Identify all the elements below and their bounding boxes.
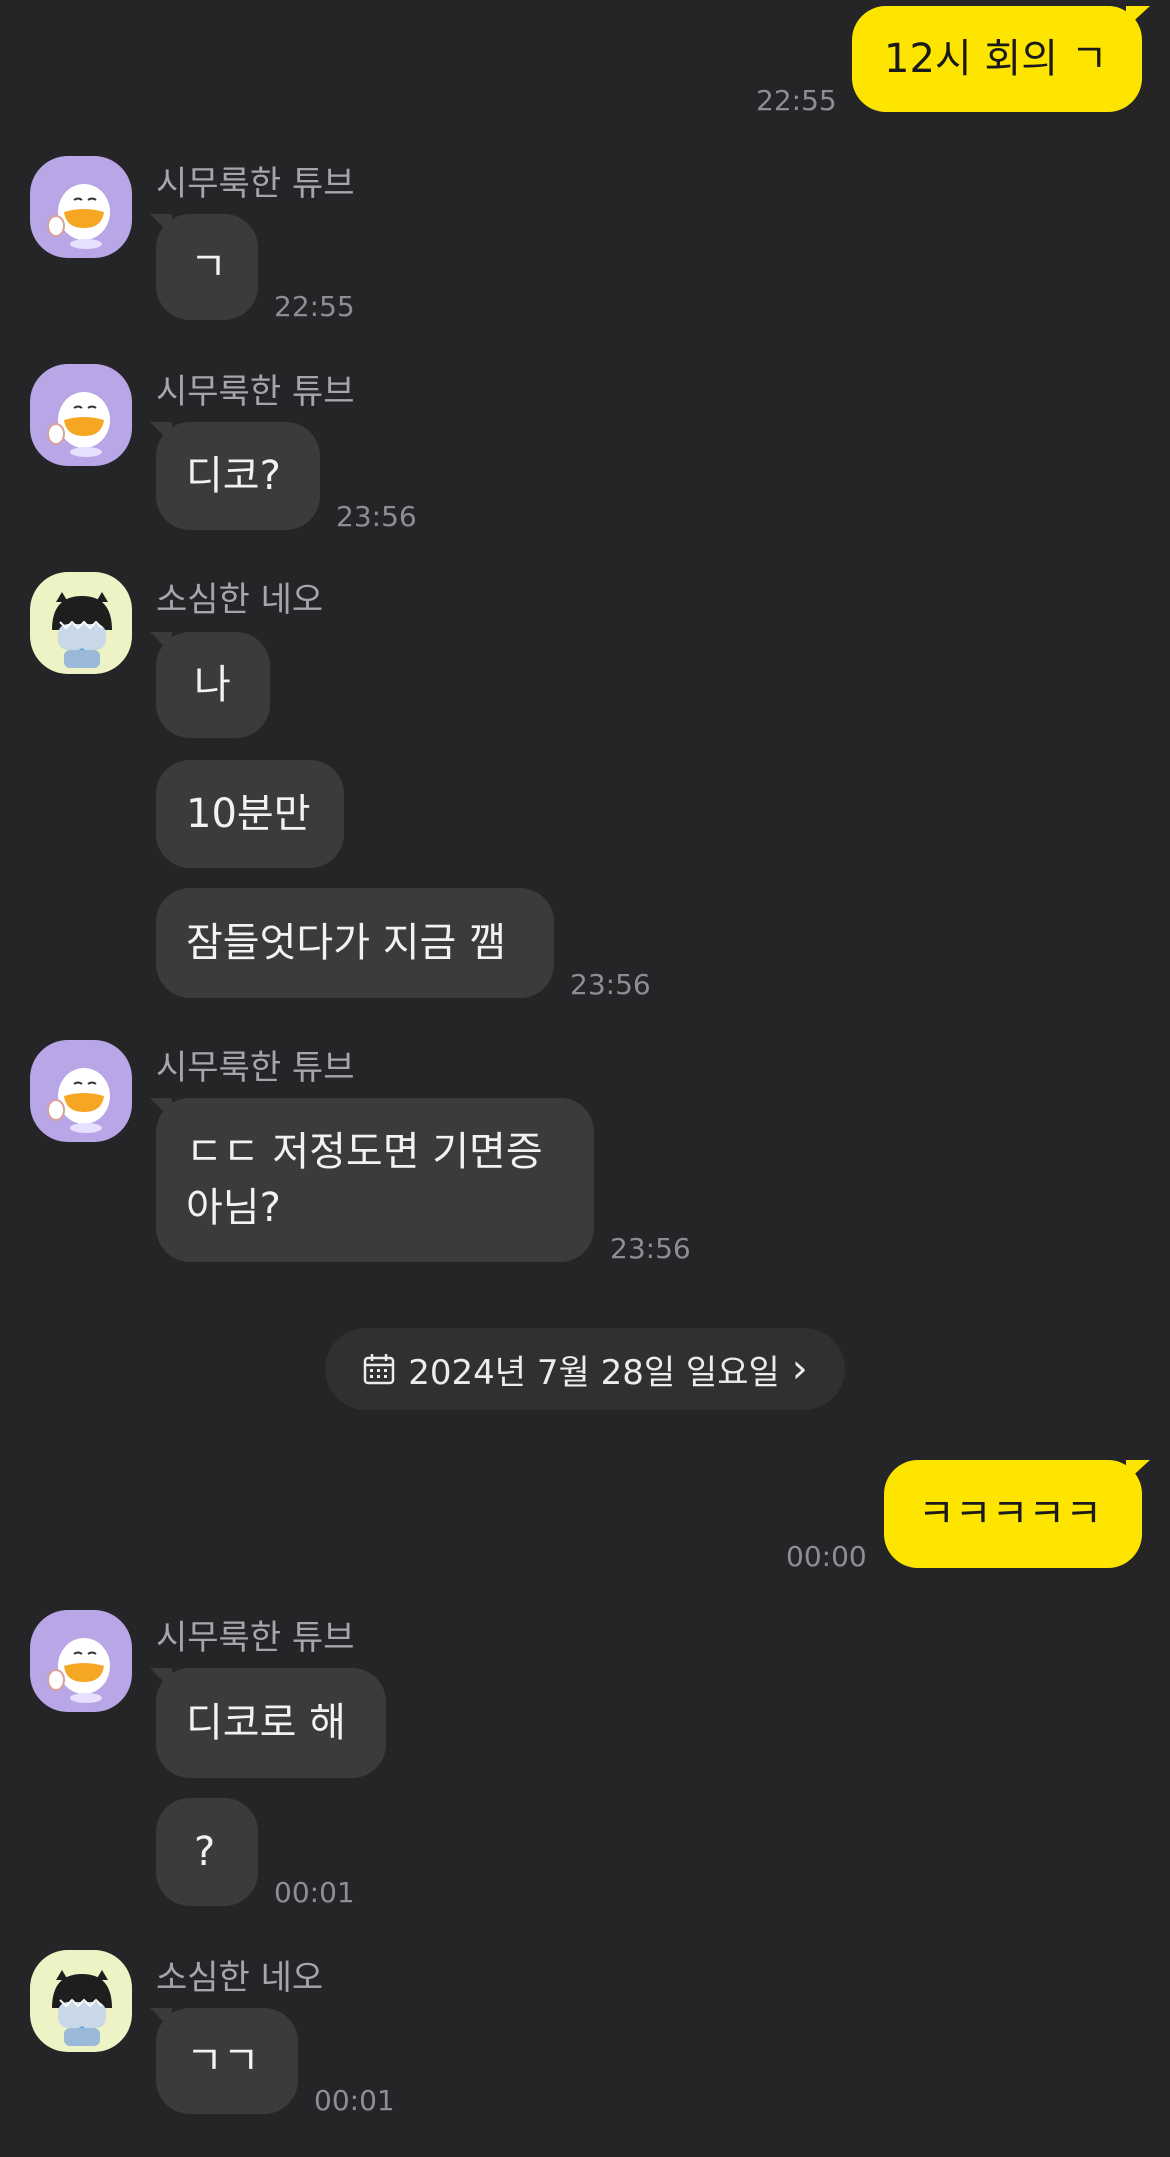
message-timestamp: 00:00 xyxy=(786,1540,867,1573)
calendar-icon xyxy=(363,1354,395,1385)
message-text: ? xyxy=(194,1829,216,1875)
message-text: 잠들엇다가 지금 깸 xyxy=(186,920,506,966)
message-timestamp: 23:56 xyxy=(336,500,417,533)
message-bubble[interactable]: ㄷㄷ 저정도면 기면증 아님? xyxy=(150,1098,594,1262)
sender-name: 시무룩한 튜브 xyxy=(156,164,355,204)
duck-character-icon xyxy=(30,364,132,466)
chevron-right-icon: › xyxy=(791,1346,808,1392)
message-text: 디코로 해 xyxy=(186,1700,346,1746)
message-text: ㅋㅋㅋㅋㅋ xyxy=(918,1491,1102,1537)
neo-avatar[interactable] xyxy=(30,572,132,674)
message-text: 12시 회의 ㄱ xyxy=(884,36,1108,82)
duck-character-icon xyxy=(30,1610,132,1712)
cat-character-icon xyxy=(30,572,132,674)
message-text: 10분만 xyxy=(186,791,311,837)
message-bubble[interactable]: 나 xyxy=(150,632,270,738)
message-text-line: ㄷㄷ 저정도면 기면증 xyxy=(186,1129,543,1175)
message-bubble[interactable]: 잠들엇다가 지금 깸 xyxy=(156,888,554,998)
message-timestamp: 00:01 xyxy=(274,1876,355,1909)
neo-avatar[interactable] xyxy=(30,1950,132,2052)
my-message-bubble[interactable]: 12시 회의 ㄱ xyxy=(852,6,1150,112)
duck-character-icon xyxy=(30,156,132,258)
tube-avatar[interactable] xyxy=(30,1610,132,1712)
cat-character-icon xyxy=(30,1950,132,2052)
message-text-line: 아님? xyxy=(186,1185,281,1231)
message-bubble[interactable]: ? xyxy=(156,1798,258,1906)
message-timestamp: 23:56 xyxy=(610,1232,691,1265)
tube-avatar[interactable] xyxy=(30,1040,132,1142)
sender-name: 시무룩한 튜브 xyxy=(156,372,355,412)
message-text: ㄱ xyxy=(190,244,227,290)
message-bubble[interactable]: ㄱ xyxy=(150,214,258,320)
sender-name: 시무룩한 튜브 xyxy=(156,1048,355,1088)
message-text: ㄱㄱ xyxy=(186,2038,260,2084)
message-timestamp: 22:55 xyxy=(756,84,837,117)
sender-name: 시무룩한 튜브 xyxy=(156,1618,355,1658)
date-label: 2024년 7월 28일 일요일 xyxy=(408,1352,780,1393)
my-message-bubble[interactable]: ㅋㅋㅋㅋㅋ xyxy=(884,1460,1150,1568)
tube-avatar[interactable] xyxy=(30,156,132,258)
message-timestamp: 23:56 xyxy=(570,968,651,1001)
message-timestamp: 00:01 xyxy=(314,2084,395,2117)
sender-name: 소심한 네오 xyxy=(156,1958,324,1998)
message-bubble[interactable]: ㄱㄱ xyxy=(150,2008,298,2114)
date-divider[interactable]: 2024년 7월 28일 일요일 › xyxy=(325,1328,845,1410)
message-text: 나 xyxy=(194,662,231,708)
sender-name: 소심한 네오 xyxy=(156,580,324,620)
message-bubble[interactable]: 디코? xyxy=(150,422,320,530)
duck-character-icon xyxy=(30,1040,132,1142)
message-timestamp: 22:55 xyxy=(274,290,355,323)
message-bubble[interactable]: 10분만 xyxy=(156,760,344,868)
message-bubble[interactable]: 디코로 해 xyxy=(150,1668,386,1778)
message-text: 디코? xyxy=(186,453,281,499)
tube-avatar[interactable] xyxy=(30,364,132,466)
